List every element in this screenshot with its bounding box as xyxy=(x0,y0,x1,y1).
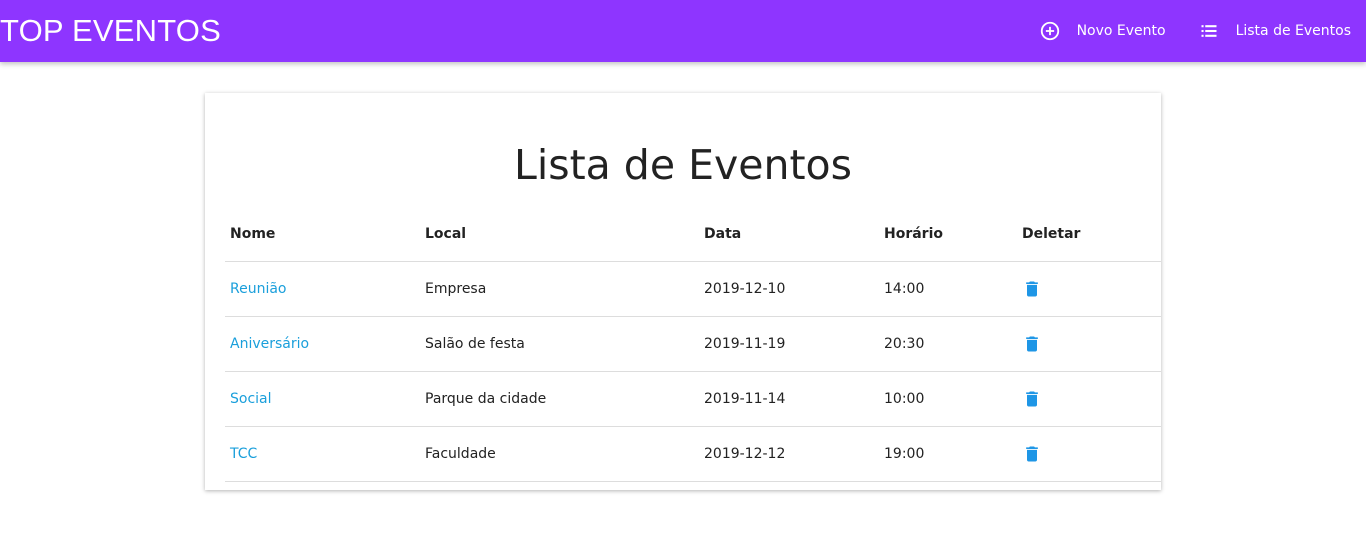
table-row: Reunião Empresa 2019-12-10 14:00 xyxy=(225,261,1161,317)
nav-novo-evento[interactable]: Novo Evento xyxy=(1039,20,1166,42)
page-title: Lista de Eventos xyxy=(513,141,852,189)
events-card: Lista de Eventos Nome Local Data Horário… xyxy=(205,93,1161,490)
event-horario: 19:00 xyxy=(879,426,1017,482)
event-horario: 10:00 xyxy=(879,371,1017,427)
event-horario: 20:30 xyxy=(879,316,1017,372)
add-circle-icon xyxy=(1039,20,1061,42)
nav-lista-eventos-label: Lista de Eventos xyxy=(1235,23,1351,39)
event-horario: 14:00 xyxy=(879,261,1017,317)
nav-lista-eventos[interactable]: Lista de Eventos xyxy=(1198,20,1351,42)
table-row: Social Parque da cidade 2019-11-14 10:00 xyxy=(225,371,1161,427)
header-nome: Nome xyxy=(225,207,420,262)
navbar: TOP EVENTOS Novo Evento Lista de Eventos xyxy=(0,0,1366,62)
table-row: TCC Faculdade 2019-12-12 19:00 xyxy=(225,426,1161,482)
event-local: Salão de festa xyxy=(420,316,699,372)
trash-icon[interactable] xyxy=(1022,444,1042,464)
table-header-row: Nome Local Data Horário Deletar xyxy=(225,207,1161,262)
event-local: Empresa xyxy=(420,261,699,317)
event-local: Faculdade xyxy=(420,426,699,482)
trash-icon[interactable] xyxy=(1022,334,1042,354)
header-horario: Horário xyxy=(879,207,1017,262)
brand-title[interactable]: TOP EVENTOS xyxy=(0,12,221,50)
nav-novo-evento-label: Novo Evento xyxy=(1076,23,1166,39)
event-data: 2019-11-14 xyxy=(699,371,879,427)
event-name-link[interactable]: Aniversário xyxy=(230,336,309,352)
event-data: 2019-11-19 xyxy=(699,316,879,372)
trash-icon[interactable] xyxy=(1022,389,1042,409)
event-data: 2019-12-10 xyxy=(699,261,879,317)
event-name-link[interactable]: TCC xyxy=(230,446,257,462)
trash-icon[interactable] xyxy=(1022,279,1042,299)
event-local: Parque da cidade xyxy=(420,371,699,427)
nav-items: Novo Evento Lista de Eventos xyxy=(1007,0,1351,62)
header-local: Local xyxy=(420,207,699,262)
event-name-link[interactable]: Reunião xyxy=(230,281,287,297)
event-name-link[interactable]: Social xyxy=(230,391,272,407)
events-table: Nome Local Data Horário Deletar Reunião … xyxy=(225,207,1161,482)
header-deletar: Deletar xyxy=(1017,207,1161,262)
header-data: Data xyxy=(699,207,879,262)
list-icon xyxy=(1198,20,1220,42)
table-row: Aniversário Salão de festa 2019-11-19 20… xyxy=(225,316,1161,372)
event-data: 2019-12-12 xyxy=(699,426,879,482)
